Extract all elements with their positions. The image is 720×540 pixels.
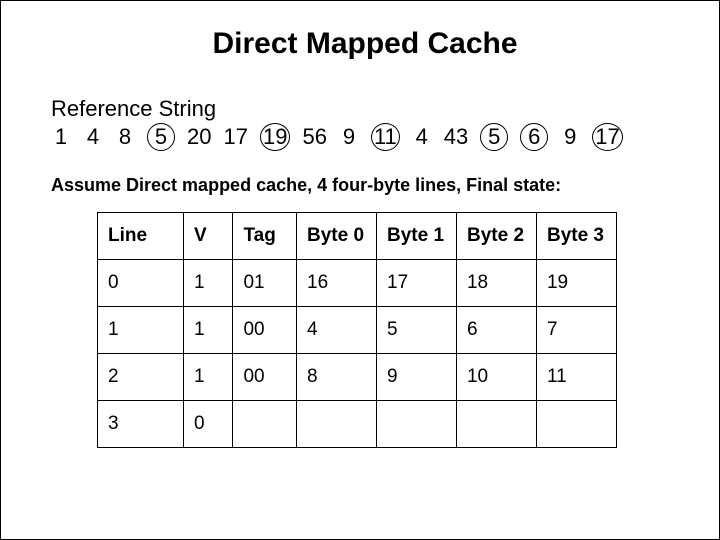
cell-tag: 01 <box>233 259 297 306</box>
header-v: V <box>184 212 233 259</box>
ref-item: 9 <box>560 123 580 151</box>
ref-item-circled: 5 <box>147 123 175 151</box>
cache-table: Line V Tag Byte 0 Byte 1 Byte 2 Byte 3 0… <box>97 212 617 448</box>
ref-item: 56 <box>302 123 326 151</box>
cell-line: 2 <box>98 353 184 400</box>
ref-item: 1 <box>51 123 71 151</box>
ref-item: 8 <box>115 123 135 151</box>
cell-byte0: 8 <box>297 353 377 400</box>
table-row: 3 0 <box>98 400 617 447</box>
header-byte2: Byte 2 <box>456 212 536 259</box>
cell-byte1: 5 <box>377 306 457 353</box>
reference-string-label: Reference String <box>51 95 679 123</box>
cell-line: 1 <box>98 306 184 353</box>
page-title: Direct Mapped Cache <box>51 27 679 61</box>
table-header-row: Line V Tag Byte 0 Byte 1 Byte 2 Byte 3 <box>98 212 617 259</box>
ref-item-circled: 5 <box>480 123 508 151</box>
cell-v: 1 <box>184 306 233 353</box>
cell-tag <box>233 400 297 447</box>
reference-string-values: 1 4 8 5 20 17 19 56 9 11 4 43 5 6 9 17 <box>51 123 679 151</box>
header-tag: Tag <box>233 212 297 259</box>
cell-byte1: 17 <box>377 259 457 306</box>
ref-item: 9 <box>339 123 359 151</box>
cell-byte3: 19 <box>536 259 616 306</box>
cell-line: 0 <box>98 259 184 306</box>
ref-item: 4 <box>83 123 103 151</box>
ref-item: 4 <box>412 123 432 151</box>
cell-byte2: 10 <box>456 353 536 400</box>
table-row: 2 1 00 8 9 10 11 <box>98 353 617 400</box>
cell-line: 3 <box>98 400 184 447</box>
cell-v: 1 <box>184 259 233 306</box>
table-row: 0 1 01 16 17 18 19 <box>98 259 617 306</box>
cell-byte0 <box>297 400 377 447</box>
slide: Direct Mapped Cache Reference String 1 4… <box>0 0 720 540</box>
cell-byte0: 4 <box>297 306 377 353</box>
cell-byte2 <box>456 400 536 447</box>
ref-item: 17 <box>223 123 247 151</box>
cell-tag: 00 <box>233 353 297 400</box>
cell-v: 0 <box>184 400 233 447</box>
cell-tag: 00 <box>233 306 297 353</box>
cell-v: 1 <box>184 353 233 400</box>
ref-item-circled: 17 <box>592 123 622 151</box>
header-byte0: Byte 0 <box>297 212 377 259</box>
header-line: Line <box>98 212 184 259</box>
ref-item: 43 <box>444 123 468 151</box>
cell-byte1: 9 <box>377 353 457 400</box>
cell-byte0: 16 <box>297 259 377 306</box>
reference-string-block: Reference String 1 4 8 5 20 17 19 56 9 1… <box>51 95 679 151</box>
header-byte1: Byte 1 <box>377 212 457 259</box>
cell-byte1 <box>377 400 457 447</box>
ref-item: 20 <box>187 123 211 151</box>
header-byte3: Byte 3 <box>536 212 616 259</box>
assumption-text: Assume Direct mapped cache, 4 four-byte … <box>51 175 679 196</box>
cell-byte3: 11 <box>536 353 616 400</box>
cell-byte3: 7 <box>536 306 616 353</box>
ref-item-circled: 6 <box>520 123 548 151</box>
table-row: 1 1 00 4 5 6 7 <box>98 306 617 353</box>
cell-byte3 <box>536 400 616 447</box>
ref-item-circled: 11 <box>371 123 400 151</box>
cell-byte2: 18 <box>456 259 536 306</box>
ref-item-circled: 19 <box>260 123 290 151</box>
cell-byte2: 6 <box>456 306 536 353</box>
